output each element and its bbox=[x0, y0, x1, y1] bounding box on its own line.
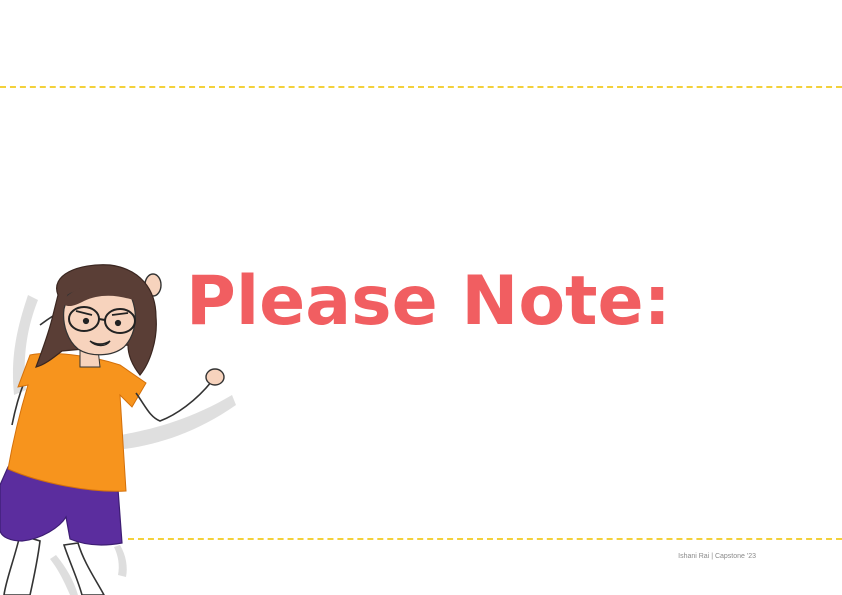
character-illustration bbox=[0, 264, 236, 595]
shirt bbox=[7, 353, 147, 492]
right-hand bbox=[205, 368, 225, 386]
slide-title: Please Note: bbox=[186, 262, 671, 341]
top-dashed-divider bbox=[0, 86, 842, 88]
footer-credit: Ishani Rai | Capstone '23 bbox=[678, 553, 756, 560]
slide-page: Please Note: Ishani Rai | Capstone '23 bbox=[0, 0, 842, 595]
